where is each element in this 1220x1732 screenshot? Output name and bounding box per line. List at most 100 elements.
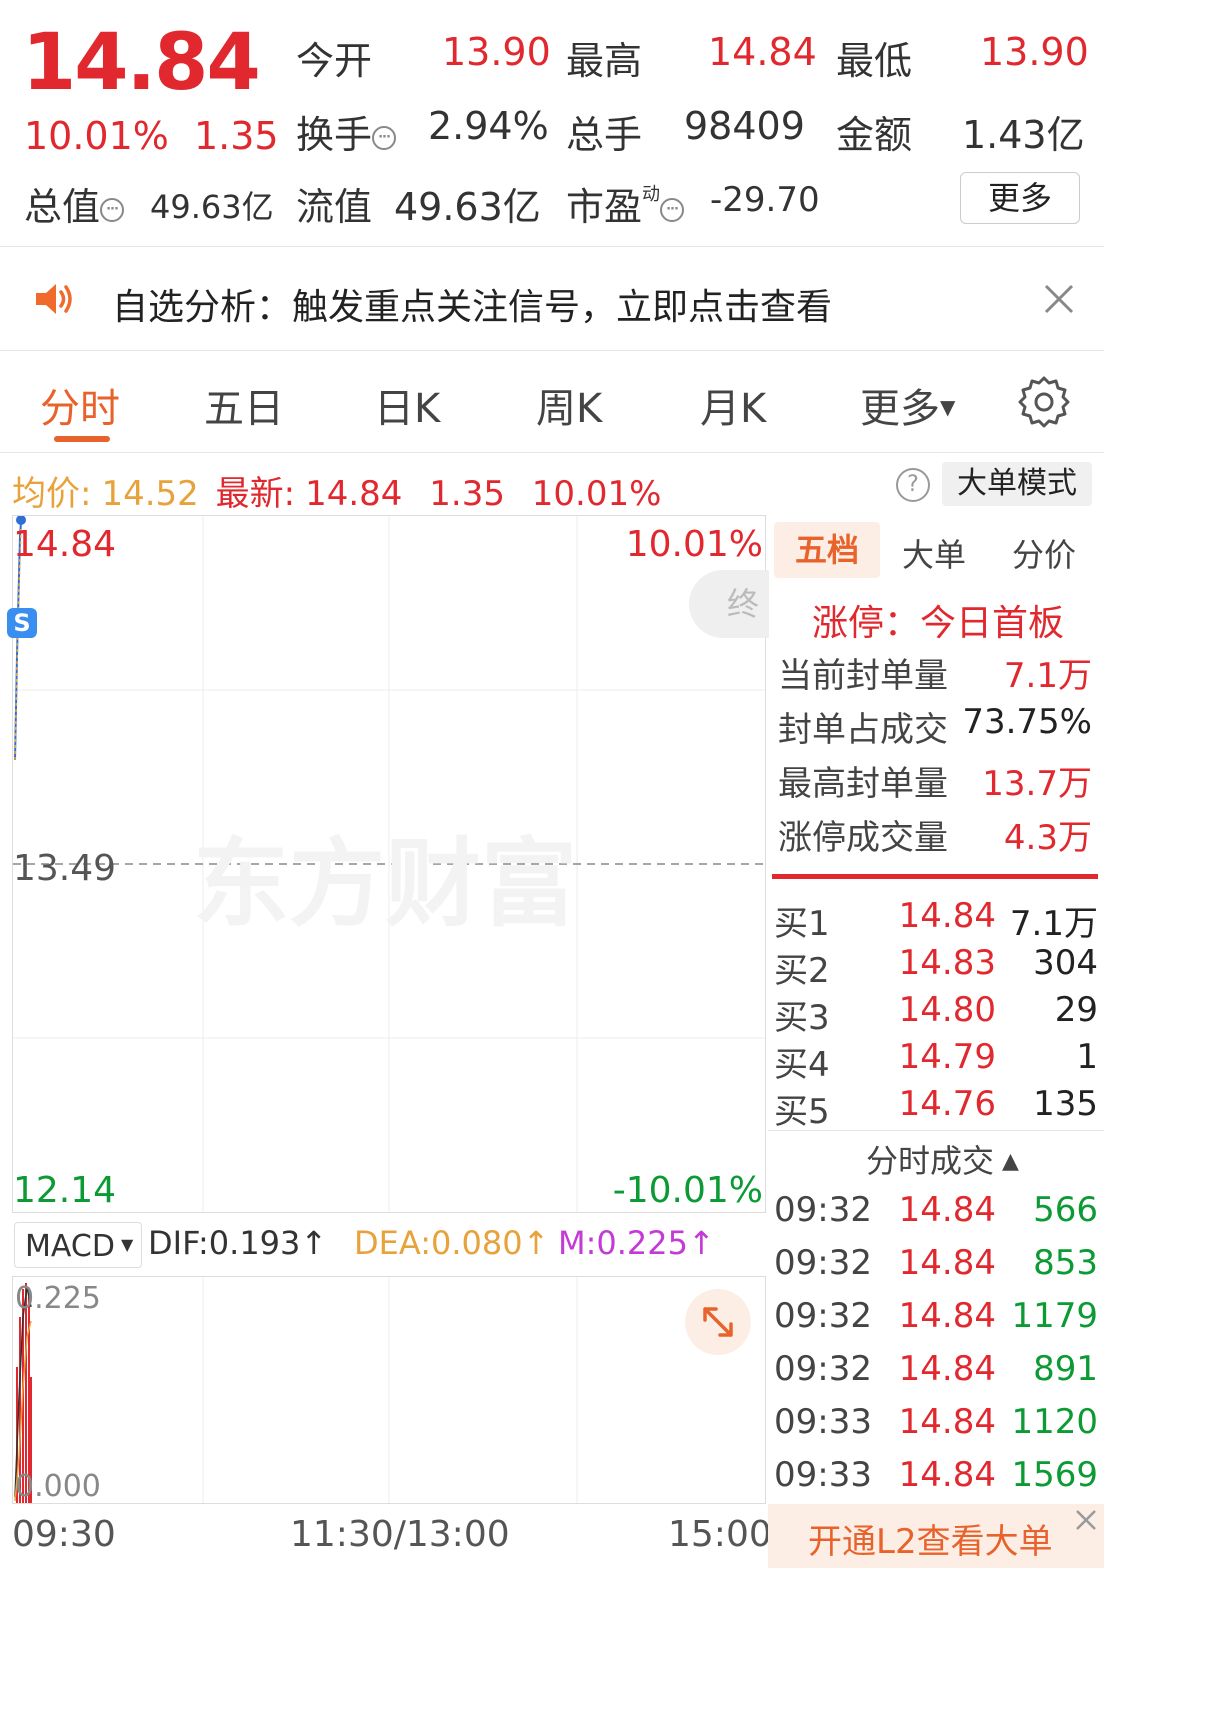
bid-qty: 29 xyxy=(1054,990,1098,1030)
trade-volume: 1179 xyxy=(1011,1296,1098,1336)
time-axis-start: 09:30 xyxy=(12,1514,116,1555)
last-price: 14.84 xyxy=(22,18,261,108)
turnover-label: 换手 ··· xyxy=(296,104,397,159)
trade-row: 09:32 14.84 566 xyxy=(774,1190,1100,1242)
low-label: 最低 xyxy=(836,39,913,83)
trade-price: 14.84 xyxy=(898,1402,996,1442)
more-button[interactable]: 更多 xyxy=(960,172,1080,224)
mktcap-label: 总值 ··· xyxy=(24,176,125,231)
stat-value: 73.75% xyxy=(962,702,1092,742)
trade-time: 09:33 xyxy=(774,1455,872,1495)
expand-icon[interactable] xyxy=(685,1289,751,1355)
trades-header-label: 分时成交 xyxy=(866,1142,995,1180)
macd-selector-label: MACD xyxy=(25,1229,115,1264)
macd-dif: DIF:0.193↑ xyxy=(148,1224,328,1262)
pe-label-text: 市盈 xyxy=(566,185,643,229)
trade-price: 14.84 xyxy=(898,1243,996,1283)
avg-value: 14.52 xyxy=(101,474,199,514)
bid-label: 买5 xyxy=(774,1092,830,1132)
close-icon[interactable] xyxy=(1074,1508,1098,1532)
tab-daily-k[interactable]: 日K xyxy=(374,376,440,434)
caret-up-icon: ▲ xyxy=(1002,1149,1019,1174)
signal-badge[interactable]: S xyxy=(7,608,37,638)
intraday-chart[interactable]: 东方财富 14.84 10.01% 13.49 12.14 -10.01% S … xyxy=(7,515,769,1213)
trade-volume: 566 xyxy=(1033,1190,1098,1230)
bid-row[interactable]: 买1 14.84 7.1万 xyxy=(774,896,1100,944)
stat-row: 涨停成交量 4.3万 xyxy=(778,810,1092,859)
time-axis-mid: 11:30/13:00 xyxy=(290,1514,510,1555)
tab-five-day[interactable]: 五日 xyxy=(204,376,284,434)
bid-label: 买1 xyxy=(774,904,830,944)
trades-header[interactable]: 分时成交 ▲ xyxy=(866,1136,1019,1182)
bid-qty: 7.1万 xyxy=(1009,904,1098,944)
trade-row: 09:33 14.84 1120 xyxy=(774,1402,1100,1454)
bid-row[interactable]: 买5 14.76 135 xyxy=(774,1084,1100,1132)
tab-more[interactable]: 更多▼ xyxy=(860,376,955,434)
chart-bottom-pct: -10.01% xyxy=(612,1170,763,1211)
trade-price: 14.84 xyxy=(898,1190,996,1230)
macd-selector[interactable]: MACD ▼ xyxy=(14,1222,142,1268)
banner-text[interactable]: 自选分析：触发重点关注信号，立即点击查看 xyxy=(112,278,832,330)
volume-value: 98409 xyxy=(684,104,805,148)
bid-price: 14.84 xyxy=(898,896,996,936)
bid-label: 买4 xyxy=(774,1045,830,1085)
pe-value: -29.70 xyxy=(710,180,820,220)
stat-value: 13.7万 xyxy=(982,764,1092,804)
info-icon[interactable]: ··· xyxy=(100,197,125,222)
macd-dea: DEA:0.080↑ xyxy=(354,1224,550,1262)
bid-row[interactable]: 买2 14.83 304 xyxy=(774,943,1100,991)
speaker-icon xyxy=(34,282,78,316)
last-value: 14.84 xyxy=(305,474,403,514)
trade-volume: 1569 xyxy=(1011,1455,1098,1495)
orderbook-tab-price-dist[interactable]: 分价 xyxy=(1012,530,1076,576)
float-value: 49.63亿 xyxy=(394,185,541,229)
trade-time: 09:32 xyxy=(774,1190,872,1230)
trade-time: 09:32 xyxy=(774,1349,872,1389)
limit-up-status: 涨停：今日首板 xyxy=(812,603,1065,644)
summary-row: 均价: 14.52 最新: 14.84 1.35 10.01% xyxy=(12,466,661,515)
settings-gear-icon[interactable] xyxy=(1018,376,1070,428)
l2-promo-banner[interactable]: 开通L2查看大单 xyxy=(768,1504,1104,1568)
trade-volume: 853 xyxy=(1033,1243,1098,1283)
bid-qty: 304 xyxy=(1033,943,1098,983)
bid-label: 买3 xyxy=(774,998,830,1038)
trade-row: 09:32 14.84 1179 xyxy=(774,1296,1100,1348)
tab-weekly-k[interactable]: 周K xyxy=(536,376,602,434)
bid-price: 14.80 xyxy=(898,990,996,1030)
info-icon[interactable]: ··· xyxy=(372,125,397,150)
bid-row[interactable]: 买3 14.80 29 xyxy=(774,990,1100,1038)
turnover-label-text: 换手 xyxy=(296,113,373,157)
tab-intraday[interactable]: 分时 xyxy=(40,376,120,434)
macd-bottom-value: 0.000 xyxy=(15,1469,101,1504)
tab-monthly-k[interactable]: 月K xyxy=(700,376,766,434)
chart-bottom-price: 12.14 xyxy=(13,1170,117,1211)
trade-volume: 1120 xyxy=(1011,1402,1098,1442)
bid-price: 14.83 xyxy=(898,943,996,983)
turnover-value: 2.94% xyxy=(428,104,549,148)
info-icon[interactable]: ··· xyxy=(660,197,685,222)
bid-price: 14.76 xyxy=(898,1084,996,1124)
l2-promo-label: 开通L2查看大单 xyxy=(808,1522,1053,1562)
close-icon[interactable] xyxy=(1042,282,1076,316)
stat-label: 最高封单量 xyxy=(778,764,948,804)
macd-chart[interactable]: 0.225 0.000 xyxy=(12,1276,766,1504)
pe-label: 市盈动··· xyxy=(566,176,685,231)
dropdown-caret-icon: ▼ xyxy=(940,395,956,419)
summary-change-pct: 10.01% xyxy=(531,474,662,514)
high-label: 最高 xyxy=(566,39,643,83)
bid-row[interactable]: 买4 14.79 1 xyxy=(774,1037,1100,1085)
volume-label: 总手 xyxy=(566,113,643,157)
orderbook-tab-five-level[interactable]: 五档 xyxy=(774,522,880,578)
summary-change: 1.35 xyxy=(429,474,505,514)
stat-label: 封单占成交 xyxy=(778,710,948,750)
chart-top-pct: 10.01% xyxy=(625,524,763,565)
end-chip[interactable]: 终 xyxy=(689,570,769,638)
orderbook-tab-big-orders[interactable]: 大单 xyxy=(902,530,966,576)
time-axis-end: 15:00 xyxy=(668,1514,772,1555)
change-amount: 1.35 xyxy=(194,114,279,158)
big-order-mode-button[interactable]: 大单模式 xyxy=(942,462,1092,506)
open-value: 13.90 xyxy=(442,30,551,74)
bid-label: 买2 xyxy=(774,951,830,991)
high-value: 14.84 xyxy=(708,30,817,74)
help-icon[interactable]: ? xyxy=(896,468,930,502)
